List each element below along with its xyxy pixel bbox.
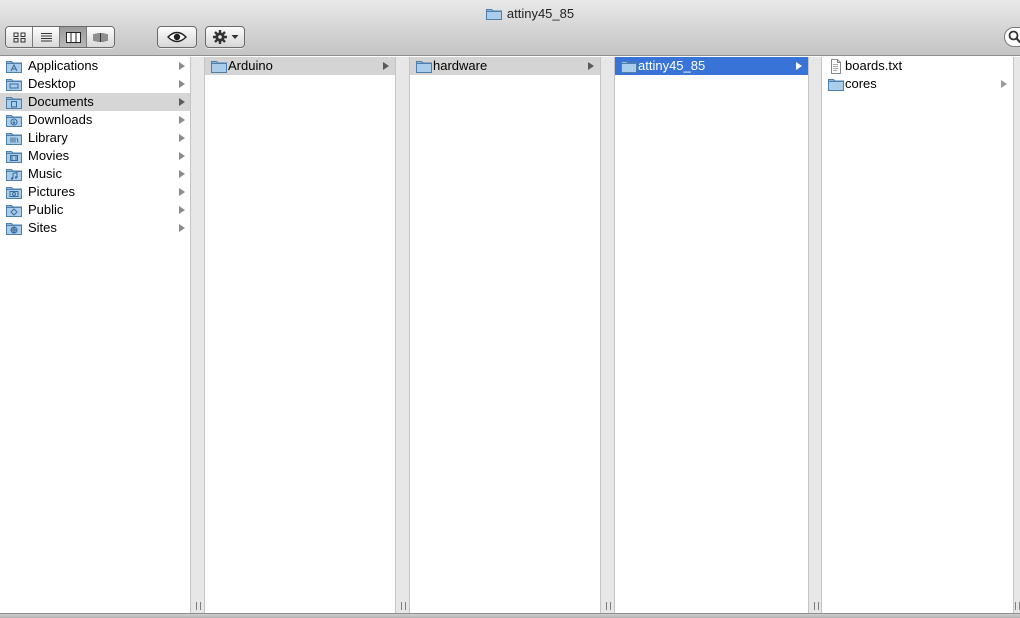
music-folder-icon bbox=[6, 169, 22, 181]
browser-column-4: boards.txt cores bbox=[822, 57, 1013, 613]
downloads-folder-icon bbox=[6, 115, 22, 127]
folder-icon bbox=[828, 79, 844, 91]
search-icon bbox=[1008, 30, 1020, 44]
search-field[interactable] bbox=[1004, 27, 1020, 47]
cover-flow-view-button[interactable] bbox=[87, 27, 114, 47]
desktop-folder-icon bbox=[6, 79, 22, 91]
disclosure-arrow-icon[interactable] bbox=[179, 206, 185, 214]
column-resize-handle[interactable] bbox=[196, 602, 201, 610]
window-title-bar: attiny45_85 bbox=[0, 5, 1020, 23]
disclosure-arrow-icon bbox=[588, 62, 594, 70]
folder-icon bbox=[211, 61, 227, 73]
sidebar-item-music[interactable]: Music bbox=[0, 165, 190, 183]
window-title: attiny45_85 bbox=[506, 6, 575, 21]
sidebar-item-public[interactable]: Public bbox=[0, 201, 190, 219]
browser-column-1: Arduino bbox=[205, 57, 395, 613]
action-menu-button[interactable] bbox=[205, 26, 245, 48]
sites-folder-icon bbox=[6, 223, 22, 235]
sidebar-item-applications[interactable]: Applications bbox=[0, 57, 190, 75]
folder-name: attiny45_85 bbox=[638, 58, 706, 73]
column-resize-handle[interactable] bbox=[1015, 602, 1020, 610]
icon-view-icon bbox=[13, 32, 25, 42]
file-name: boards.txt bbox=[845, 58, 903, 73]
folder-name: cores bbox=[845, 76, 877, 91]
disclosure-arrow-icon[interactable] bbox=[179, 80, 185, 88]
disclosure-arrow-icon[interactable] bbox=[179, 134, 185, 142]
column-view-button[interactable] bbox=[60, 27, 87, 47]
sidebar-item-movies[interactable]: Movies bbox=[0, 147, 190, 165]
pictures-folder-icon bbox=[6, 187, 22, 199]
quick-look-button[interactable] bbox=[157, 26, 197, 48]
folder-row-attiny45-85[interactable]: attiny45_85 bbox=[615, 57, 808, 75]
disclosure-arrow-icon[interactable] bbox=[179, 62, 185, 70]
sidebar-item-library[interactable]: Library bbox=[0, 129, 190, 147]
sidebar-item-desktop[interactable]: Desktop bbox=[0, 75, 190, 93]
folder-row-cores[interactable]: cores bbox=[822, 75, 1013, 93]
disclosure-arrow-icon bbox=[1001, 80, 1007, 88]
gear-icon bbox=[212, 30, 227, 44]
disclosure-arrow-icon[interactable] bbox=[179, 152, 185, 160]
disclosure-arrow-icon bbox=[796, 62, 802, 70]
sidebar: Applications Desktop Documents Downloads… bbox=[0, 57, 190, 613]
sidebar-item-label: Public bbox=[28, 202, 64, 217]
disclosure-arrow-icon[interactable] bbox=[179, 98, 185, 106]
disclosure-arrow-icon[interactable] bbox=[179, 116, 185, 124]
public-folder-icon bbox=[6, 205, 22, 217]
sidebar-item-label: Downloads bbox=[28, 112, 93, 127]
column-divider[interactable] bbox=[600, 57, 615, 613]
list-view-button[interactable] bbox=[33, 27, 60, 47]
column-divider[interactable] bbox=[808, 57, 822, 613]
window-toolbar: attiny45_85 bbox=[0, 0, 1020, 56]
sidebar-item-label: Documents bbox=[28, 94, 94, 109]
window-bottom-bar bbox=[0, 613, 1020, 618]
column-divider[interactable] bbox=[395, 57, 410, 613]
folder-icon bbox=[416, 61, 432, 73]
text-file-icon bbox=[831, 59, 841, 74]
folder-icon bbox=[485, 9, 502, 20]
column-divider[interactable] bbox=[1013, 57, 1020, 613]
chevron-down-icon bbox=[231, 35, 238, 39]
disclosure-arrow-icon[interactable] bbox=[179, 224, 185, 232]
sidebar-item-label: Music bbox=[28, 166, 62, 181]
sidebar-item-label: Applications bbox=[28, 58, 99, 73]
browser-column-3: attiny45_85 bbox=[615, 57, 808, 613]
folder-row-arduino[interactable]: Arduino bbox=[205, 57, 395, 75]
disclosure-arrow-icon bbox=[383, 62, 389, 70]
column-view-icon bbox=[65, 31, 81, 43]
folder-icon bbox=[621, 61, 637, 73]
sidebar-item-label: Desktop bbox=[28, 76, 76, 91]
documents-folder-icon bbox=[6, 97, 22, 109]
list-view-icon bbox=[40, 32, 52, 41]
column-resize-handle[interactable] bbox=[401, 602, 406, 610]
sidebar-item-label: Movies bbox=[28, 148, 70, 163]
sidebar-item-label: Pictures bbox=[28, 184, 75, 199]
folder-name: hardware bbox=[433, 58, 488, 73]
icon-view-button[interactable] bbox=[6, 27, 33, 47]
library-folder-icon bbox=[6, 133, 22, 145]
sidebar-item-sites[interactable]: Sites bbox=[0, 219, 190, 237]
movies-folder-icon bbox=[6, 151, 22, 163]
column-divider[interactable] bbox=[190, 57, 205, 613]
view-mode-segmented-control bbox=[5, 26, 115, 48]
disclosure-arrow-icon[interactable] bbox=[179, 188, 185, 196]
folder-row-hardware[interactable]: hardware bbox=[410, 57, 600, 75]
sidebar-item-label: Library bbox=[28, 130, 68, 145]
browser-column-2: hardware bbox=[410, 57, 600, 613]
eye-icon bbox=[167, 31, 187, 43]
disclosure-arrow-icon[interactable] bbox=[179, 170, 185, 178]
sidebar-item-downloads[interactable]: Downloads bbox=[0, 111, 190, 129]
sidebar-item-pictures[interactable]: Pictures bbox=[0, 183, 190, 201]
cover-flow-view-icon bbox=[93, 32, 108, 42]
folder-name: Arduino bbox=[228, 58, 273, 73]
applications-folder-icon bbox=[6, 61, 22, 73]
sidebar-item-label: Sites bbox=[28, 220, 57, 235]
file-row-boards-txt[interactable]: boards.txt bbox=[822, 57, 1013, 75]
column-resize-handle[interactable] bbox=[606, 602, 611, 610]
column-resize-handle[interactable] bbox=[814, 602, 819, 610]
sidebar-item-documents[interactable]: Documents bbox=[0, 93, 190, 111]
